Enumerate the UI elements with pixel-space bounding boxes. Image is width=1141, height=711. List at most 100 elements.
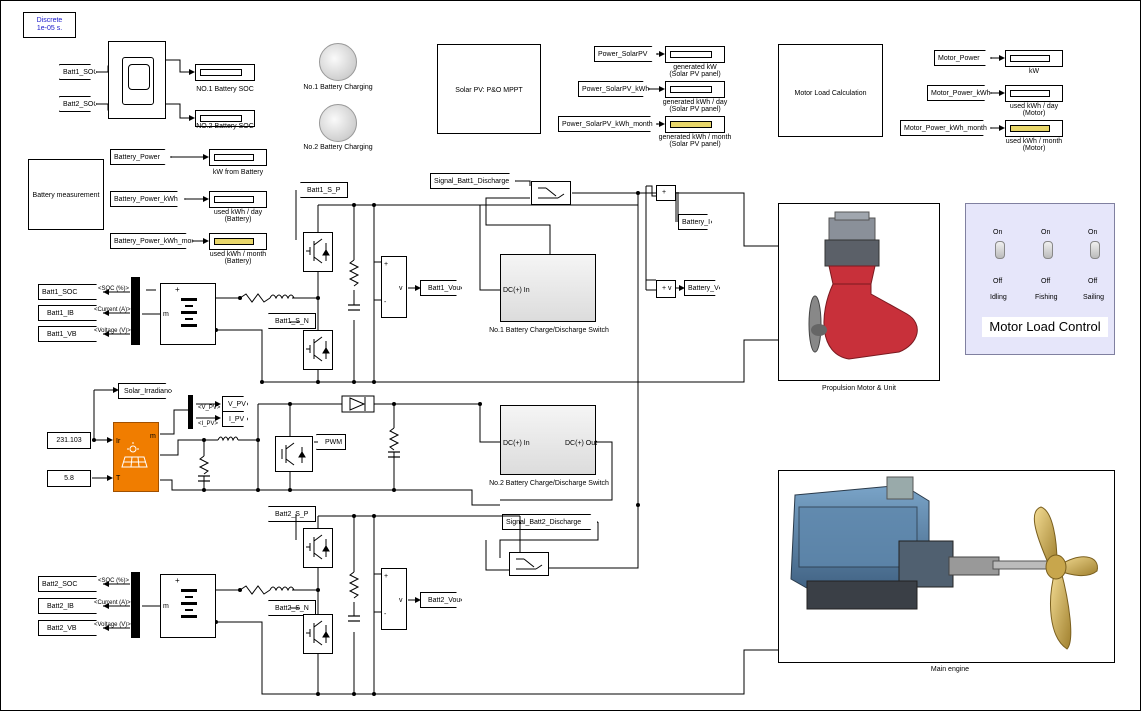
temperature-constant[interactable]: 5.8 [47,470,91,487]
igbt-icon [306,238,330,264]
battery-i-sum-block[interactable]: + [656,185,676,201]
battery-measurement-label: Battery measurement [32,192,100,199]
propulsion-motor-unit[interactable] [778,203,940,381]
v-label: v [399,597,403,604]
pv-boost-igbt[interactable] [275,436,313,472]
batt1-s-n-from[interactable]: Batt1_S_N [268,313,316,329]
irradiance-constant[interactable]: 231.103 [47,432,91,449]
solarpv-kwh-month-display [665,116,725,133]
batt1-bus-selector[interactable] [131,277,140,345]
battery-v-sum-block[interactable]: + v [656,280,676,298]
motor-kwh-month-label2: (Motor) [1022,145,1046,152]
solar-pv-mppt-subsystem[interactable]: Solar PV: P&O MPPT [437,44,541,134]
minus-label: - [384,299,387,306]
solarpv-kwh-month-label2: (Solar PV panel) [669,141,721,148]
no2-battery-charging-label: No.2 Battery Charging [303,144,373,151]
batt1-vout-goto[interactable]: Batt1_Vout [420,280,462,296]
battery-v-goto[interactable]: Battery_V [684,280,720,296]
main-engine-image [790,476,1098,650]
vpv-signal: <V_PV> [198,405,221,411]
batt2-igbt-lower[interactable] [303,614,333,654]
plus-label: + [384,261,389,268]
propulsion-motor-label: Propulsion Motor & Unit [822,385,896,392]
idling-off-label: Off [993,278,1003,285]
ipv-goto[interactable]: I_PV [222,411,248,427]
motor-power-tag[interactable]: Motor_Power [934,50,992,66]
batt1-current-signal: <Current (A)> [94,307,131,313]
goto-batt2-soc-tag[interactable]: Batt2_SOC [59,96,97,112]
solar-irradiance-goto[interactable]: Solar_Irradiance [118,383,172,399]
sailing-label: Sailing [1083,294,1105,301]
vpv-goto[interactable]: V_PV [222,396,248,412]
batt1-soc-goto[interactable]: Batt1_SOC [38,284,104,300]
idling-label: Idling [990,294,1007,301]
batt1-battery-block[interactable]: m + [160,283,216,345]
switch2-in-port: DC(+) In [503,440,530,447]
solar-pv-mppt-label: Solar PV: P&O MPPT [455,87,523,94]
batt1-s-p-from[interactable]: Batt1_S_P [300,182,348,198]
fishing-toggle[interactable] [1043,241,1053,259]
fishing-on-label: On [1041,229,1051,236]
batt1-igbt-lower[interactable] [303,330,333,370]
soc-scope-subsystem[interactable] [108,41,166,119]
fishing-off-label: Off [1041,278,1051,285]
battery-kwh-month-label2: (Battery) [224,258,252,265]
battery-kwh-display [209,191,267,208]
batt2-igbt-upper[interactable] [303,528,333,568]
motor-power-kwh-tag[interactable]: Motor_Power_kWh [927,85,992,101]
pv-array-block[interactable]: Ir T m [113,422,159,492]
battery-icon [181,296,197,334]
idling-toggle[interactable] [995,241,1005,259]
minus-label: - [384,611,387,618]
ipv-signal: <I_PV> [198,421,219,427]
no1-charge-discharge-switch[interactable]: DC(+) In [500,254,596,322]
battery-power-kwh-tag[interactable]: Battery_Power_kWh [110,191,186,207]
temperature-value: 5.8 [64,475,74,482]
main-engine-block[interactable] [778,470,1115,663]
battery-power-kwh-month-tag[interactable]: Battery_Power_kWh_month [110,233,194,249]
battery-kw-label: kW from Battery [212,169,264,176]
goto-batt1-soc-tag[interactable]: Batt1_SOC [59,64,97,80]
motor-load-calculation-subsystem[interactable]: Motor Load Calculation [778,44,883,137]
switch-icon [516,558,543,570]
batt1-discharge-switch[interactable] [531,181,571,205]
batt2-bus-selector[interactable] [131,572,140,638]
no1-battery-soc-display [195,64,255,81]
idling-on-label: On [993,229,1003,236]
battery-i-goto[interactable]: Battery_I [678,214,712,230]
irradiance-value: 231.103 [56,437,82,444]
no2-charge-discharge-switch[interactable]: DC(+) In DC(+) Out [500,405,597,475]
batt2-battery-block[interactable]: m + [160,574,216,638]
battery-power-tag[interactable]: Battery_Power [110,149,172,165]
batt2-voltage-measurement[interactable]: v + - [381,568,407,630]
plus-sign: + [175,285,180,294]
batt2-soc-goto[interactable]: Batt2_SOC [38,576,104,592]
no1-switch-label: No.1 Battery Charge/Discharge Switch [489,327,609,334]
solar-panel-icon [121,442,148,468]
power-solarpv-kwh-tag[interactable]: Power_SolarPV_kWh [578,81,650,97]
batt2-s-p-from[interactable]: Batt2_S_P [268,506,316,522]
solarpv-kw-display [665,46,725,63]
plus-sign: + [662,189,667,196]
battery-kwh-month-display [209,233,267,250]
sailing-toggle[interactable] [1090,241,1100,259]
motor-load-control-title: Motor Load Control [982,317,1108,337]
motor-load-calc-label: Motor Load Calculation [794,90,867,97]
scope-icon [122,57,154,105]
solarpv-kwh-label2: (Solar PV panel) [669,106,721,113]
no1-battery-charging-lamp [319,43,357,81]
batt2-discharge-switch[interactable] [509,552,549,576]
battery-icon [181,587,197,625]
power-solarpv-kwh-month-tag[interactable]: Power_SolarPV_kWh_month [558,116,658,132]
power-solarpv-tag[interactable]: Power_SolarPV [594,46,658,62]
batt2-vout-goto[interactable]: Batt2_Vout [420,592,462,608]
battery-measurement-subsystem[interactable]: Battery measurement [28,159,104,230]
batt1-igbt-upper[interactable] [303,232,333,272]
batt1-voltage-measurement[interactable]: v + - [381,256,407,318]
motor-power-kwh-month-tag[interactable]: Motor_Power_kWh_month [900,120,992,136]
pv-bus-selector[interactable] [188,395,193,429]
batt2-voltage-signal: <Voltage (V)> [94,622,131,628]
signal-batt2-discharge-from[interactable]: Signal_Batt2_Discharge [502,514,598,530]
signal-batt1-discharge-from[interactable]: Signal_Batt1_Discharge [430,173,516,189]
v-label: v [399,285,403,292]
